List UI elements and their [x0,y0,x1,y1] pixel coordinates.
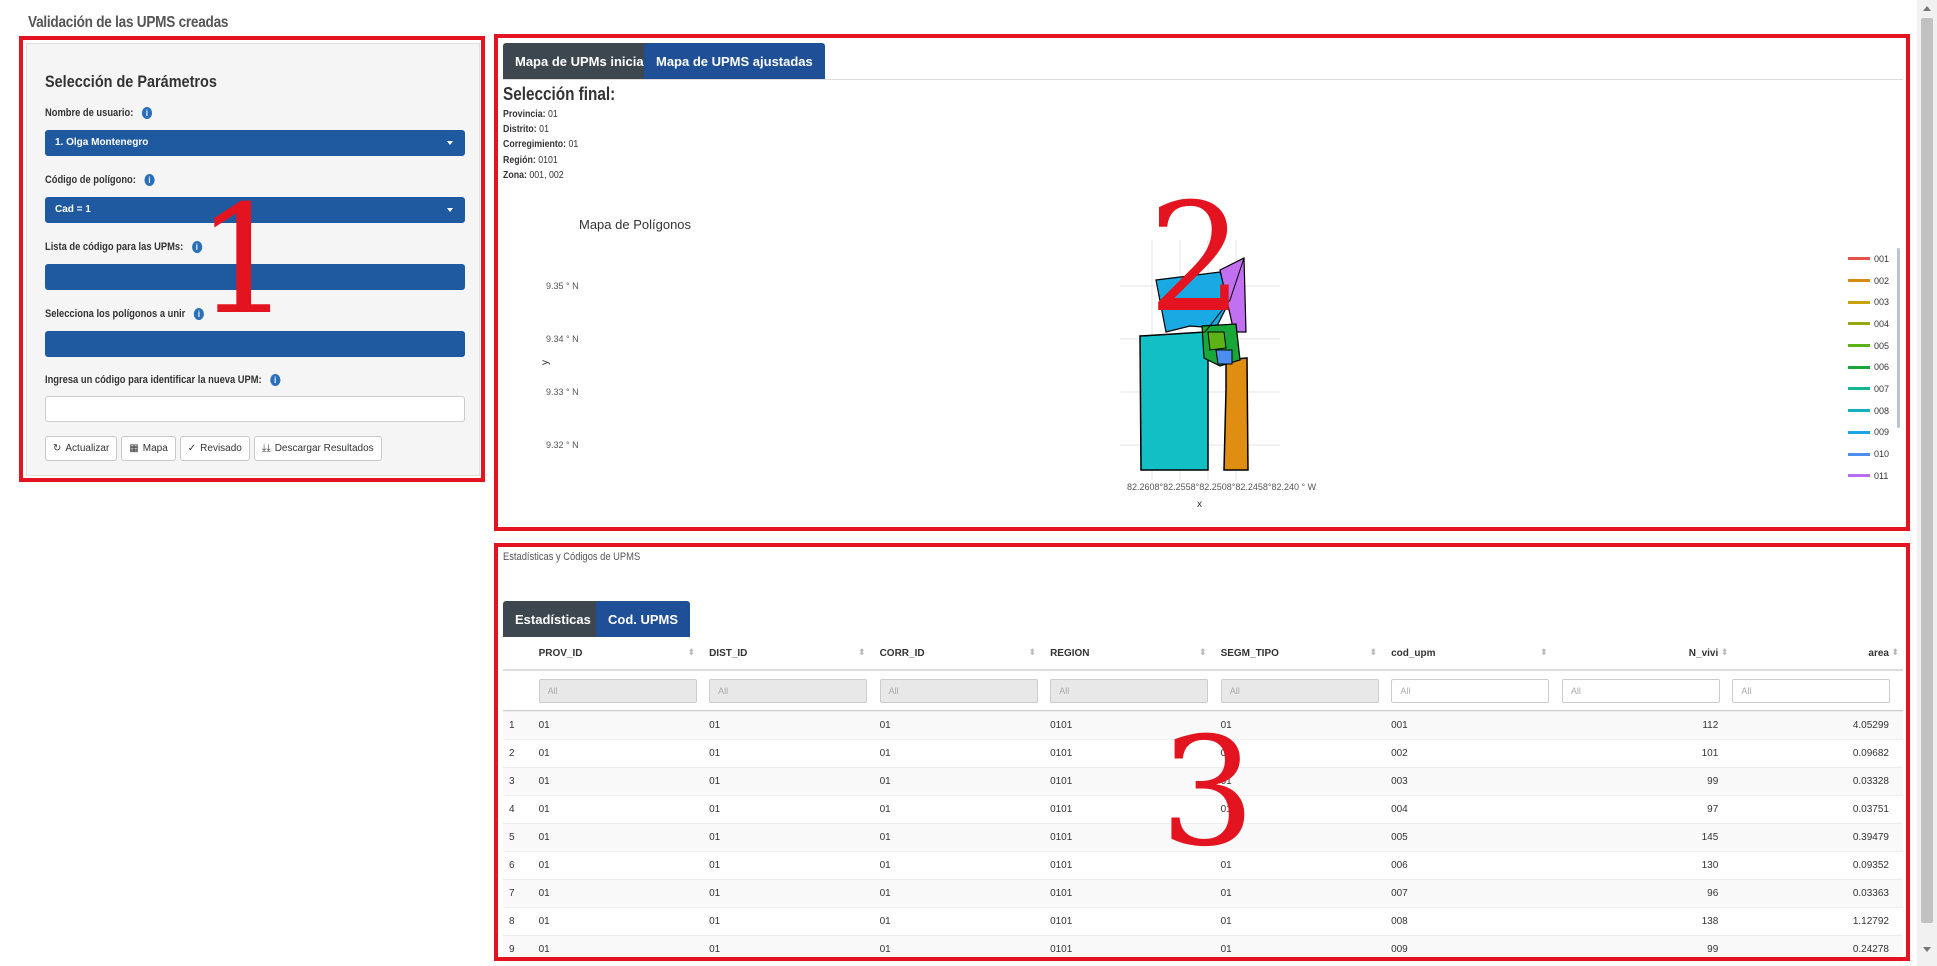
annotation-number: 2 [1148,172,1244,346]
page-scrollbar[interactable] [1917,0,1937,966]
annotation-number: 1 [196,174,292,348]
scroll-down-icon[interactable] [1923,947,1931,952]
scroll-up-icon[interactable] [1923,6,1931,11]
annotation-number: 3 [1160,706,1256,880]
scroll-thumb[interactable] [1921,18,1933,923]
app-title: Validación de las UPMS creadas [28,14,229,31]
